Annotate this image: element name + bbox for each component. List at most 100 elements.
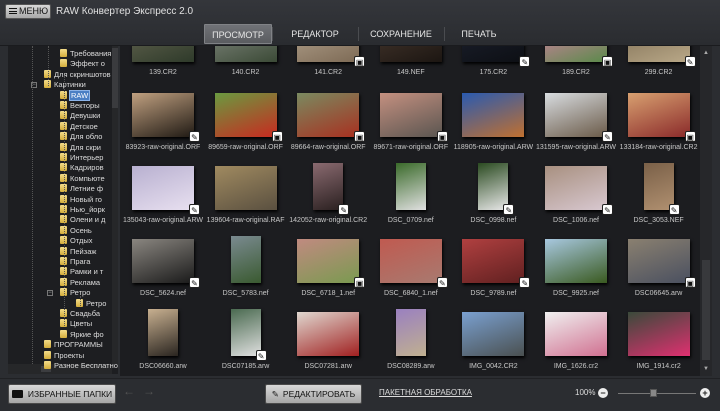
- photo-thumbnail[interactable]: ▣: [297, 93, 366, 142]
- photo-thumbnail[interactable]: [148, 309, 178, 356]
- tree-scroll-thumb[interactable]: [112, 48, 118, 108]
- tree-item[interactable]: Для обло: [60, 132, 102, 142]
- photo-thumbnail[interactable]: ✎: [462, 46, 531, 67]
- tree-item[interactable]: Нью_йорк: [60, 205, 105, 215]
- zoom-slider-thumb[interactable]: [649, 389, 657, 397]
- photo-item[interactable]: ✎ DSC_5624.nef: [122, 225, 204, 299]
- photo-thumbnail[interactable]: ✎: [132, 239, 200, 288]
- photo-item[interactable]: ✎ 135043-raw-original.ARW: [122, 152, 204, 226]
- photo-item[interactable]: DSC_0709.nef: [370, 152, 452, 226]
- photo-item[interactable]: ✎ DSC_3053.NEF: [618, 152, 700, 226]
- tree-item[interactable]: Кадриров: [60, 163, 104, 173]
- photo-thumbnail[interactable]: ✎: [545, 93, 613, 142]
- photo-thumbnail[interactable]: [297, 312, 360, 356]
- tree-item[interactable]: Требования: [60, 49, 111, 59]
- tab-save[interactable]: СОХРАНЕНИЕ: [358, 24, 444, 44]
- photo-item[interactable]: ▣ 89664-raw-original.ORF: [287, 79, 369, 153]
- photo-thumbnail[interactable]: ▣: [545, 46, 613, 67]
- photo-thumbnail[interactable]: [462, 93, 525, 137]
- photo-item[interactable]: ✎ 83923-raw-original.ORF: [122, 79, 204, 153]
- photo-item[interactable]: IMG_0042.CR2: [452, 298, 534, 372]
- photo-thumbnail[interactable]: ▣: [297, 239, 366, 288]
- grid-scroll-thumb[interactable]: [702, 260, 710, 360]
- photo-item[interactable]: DSC08289.arw: [370, 298, 452, 372]
- tree-item[interactable]: Яркие фо: [60, 329, 104, 340]
- photo-thumbnail[interactable]: ✎: [643, 163, 680, 215]
- tree-item[interactable]: Интерьер: [60, 153, 103, 163]
- photo-thumbnail[interactable]: ✎: [545, 166, 613, 215]
- photo-thumbnail[interactable]: [462, 312, 525, 356]
- photo-thumbnail[interactable]: [132, 46, 194, 62]
- photo-thumbnail[interactable]: ✎: [132, 166, 200, 215]
- photo-item[interactable]: IMG_1914.cr2: [618, 298, 700, 372]
- menu-button[interactable]: МЕНЮ: [5, 4, 51, 19]
- zoom-slider[interactable]: [618, 393, 696, 394]
- photo-thumbnail[interactable]: ✎: [627, 46, 696, 67]
- photo-item[interactable]: 139604-raw-original.RAF: [205, 152, 287, 226]
- tree-item[interactable]: Для скри: [60, 142, 101, 153]
- photo-item[interactable]: ▣ 141.CR2: [287, 46, 369, 78]
- photo-thumbnail[interactable]: ▣: [297, 46, 366, 67]
- photo-item[interactable]: ✎ DSC07185.arw: [205, 298, 287, 372]
- scroll-up-icon[interactable]: ▲: [703, 50, 709, 56]
- photo-item[interactable]: ✎ DSC_9789.nef: [452, 225, 534, 299]
- tree-item[interactable]: Новый го: [60, 194, 102, 205]
- photo-item[interactable]: ✎ 131595-raw-original.ARW: [535, 79, 617, 153]
- photo-thumbnail[interactable]: [545, 239, 607, 283]
- photo-thumbnail[interactable]: [379, 46, 442, 62]
- photo-item[interactable]: ✎ DSC_0998.nef: [452, 152, 534, 226]
- scroll-down-icon[interactable]: ▼: [703, 366, 709, 372]
- tree-item[interactable]: Рамки и т: [60, 267, 103, 277]
- tree-item[interactable]: Эффект о: [60, 59, 105, 69]
- tree-item[interactable]: Проекты: [44, 350, 84, 361]
- tab-editor[interactable]: РЕДАКТОР: [272, 24, 358, 44]
- photo-item[interactable]: ▣ 133184-raw-original.CR2: [618, 79, 700, 153]
- photo-item[interactable]: DSC07281.arw: [287, 298, 369, 372]
- edit-button[interactable]: ✎ РЕДАКТИРОВАТЬ: [265, 384, 362, 404]
- photo-thumbnail[interactable]: [545, 312, 607, 356]
- photo-item[interactable]: ▣ DSC06645.arw: [618, 225, 700, 299]
- forward-arrow-icon[interactable]: →: [143, 384, 155, 398]
- photo-item[interactable]: ▣ 89659-raw-original.ORF: [205, 79, 287, 153]
- tree-item[interactable]: Компьюте: [60, 173, 105, 184]
- collapse-icon[interactable]: −: [47, 290, 53, 297]
- tab-view[interactable]: ПРОСМОТР: [204, 24, 272, 44]
- photo-item[interactable]: 118905-raw-original.ARW: [452, 79, 534, 153]
- photo-item[interactable]: ▣ 89671-raw-original.ORF: [370, 79, 452, 153]
- zoom-in-icon[interactable]: +: [700, 388, 710, 398]
- photo-thumbnail[interactable]: ✎: [313, 163, 350, 215]
- photo-thumbnail[interactable]: [214, 166, 277, 210]
- tab-print[interactable]: ПЕЧАТЬ: [444, 24, 514, 44]
- tree-item[interactable]: Летние ф: [60, 184, 103, 194]
- photo-thumbnail[interactable]: ▣: [379, 93, 448, 142]
- photo-item[interactable]: ✎ 142052-raw-original.CR2: [287, 152, 369, 226]
- batch-processing-link[interactable]: ПАКЕТНАЯ ОБРАБОТКА: [379, 388, 472, 397]
- photo-thumbnail[interactable]: ✎: [379, 239, 448, 288]
- photo-thumbnail[interactable]: ▣: [214, 93, 283, 142]
- photo-item[interactable]: ▣ 189.CR2: [535, 46, 617, 78]
- photo-thumbnail[interactable]: ✎: [478, 163, 515, 215]
- photo-thumbnail[interactable]: ✎: [462, 239, 531, 288]
- photo-item[interactable]: IMG_1626.cr2: [535, 298, 617, 372]
- photo-thumbnail[interactable]: ✎: [132, 93, 200, 142]
- tree-item[interactable]: Векторы: [60, 101, 100, 111]
- tree-item[interactable]: Разное Бесплатно: [44, 361, 118, 371]
- back-arrow-icon[interactable]: ←: [123, 384, 135, 398]
- photo-thumbnail[interactable]: [395, 309, 426, 356]
- tree-item[interactable]: Олени и д: [60, 215, 105, 225]
- photo-thumbnail[interactable]: [214, 46, 277, 62]
- photo-item[interactable]: DSC_5783.nef: [205, 225, 287, 299]
- tree-item[interactable]: Свадьба: [60, 309, 100, 319]
- tree-item[interactable]: Детское: [60, 121, 98, 132]
- photo-thumbnail[interactable]: [627, 312, 690, 356]
- tree-item[interactable]: ПРОГРАММЫ: [44, 340, 103, 350]
- photo-thumbnail[interactable]: [395, 163, 426, 210]
- photo-thumbnail[interactable]: ▣: [627, 239, 696, 288]
- photo-item[interactable]: DSC_9925.nef: [535, 225, 617, 299]
- photo-thumbnail[interactable]: ✎: [230, 309, 267, 361]
- photo-item[interactable]: ✎ 175.CR2: [452, 46, 534, 78]
- photo-item[interactable]: 139.CR2: [122, 46, 204, 78]
- photo-item[interactable]: 140.CR2: [205, 46, 287, 78]
- photo-item[interactable]: 149.NEF: [370, 46, 452, 78]
- tree-item[interactable]: Пейзаж: [60, 246, 96, 257]
